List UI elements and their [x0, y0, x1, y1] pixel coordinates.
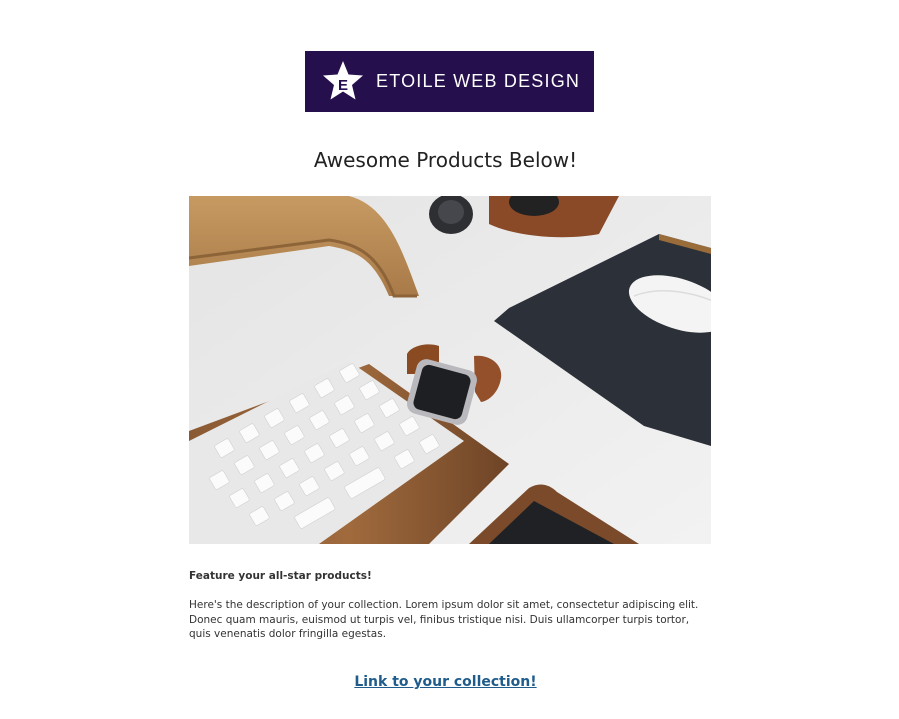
logo-text: ETOILE WEB DESIGN	[376, 71, 581, 91]
cta-container: Link to your collection!	[0, 673, 891, 691]
collection-description: Here's the description of your collectio…	[189, 599, 699, 640]
product-photo-icon	[189, 196, 711, 544]
collection-link[interactable]: Link to your collection!	[354, 674, 536, 690]
page-title: Awesome Products Below!	[313, 148, 578, 172]
hero-image	[189, 196, 711, 544]
feature-title: Feature your all-star products!	[189, 570, 372, 582]
email-page: E ETOILE WEB DESIGN Awesome Products Bel…	[0, 0, 899, 719]
star-logo-icon: E	[323, 61, 363, 100]
logo-banner[interactable]: E ETOILE WEB DESIGN	[305, 51, 594, 112]
logo-letter: E	[338, 77, 348, 94]
